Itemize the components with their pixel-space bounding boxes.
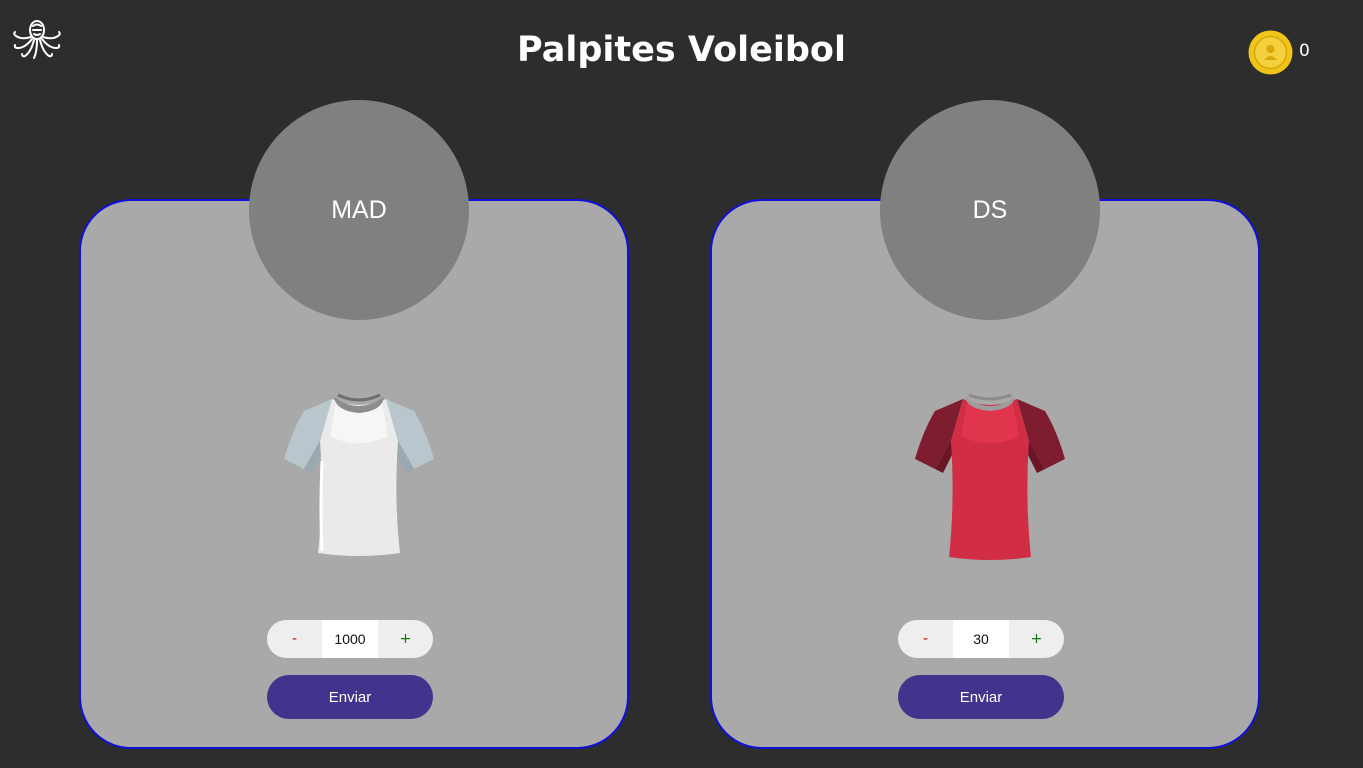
red-shirt-icon	[905, 381, 1075, 566]
page-title: Palpites Voleibol	[517, 30, 846, 70]
team-badge: DS	[880, 100, 1100, 320]
team-card-ds: DS - 30 + Enviar	[710, 100, 1260, 749]
increment-button[interactable]: +	[378, 620, 433, 658]
send-button[interactable]: Enviar	[267, 675, 433, 719]
team-abbr: DS	[972, 195, 1008, 224]
gold-coin-icon	[1248, 30, 1293, 75]
team-badge: MAD	[249, 100, 469, 320]
decrement-button[interactable]: -	[267, 620, 322, 658]
page: Palpites Voleibol 0 MAD - 1000 + Enviar …	[0, 0, 1363, 768]
coin-count: 0	[1299, 40, 1310, 61]
bet-stepper: - 1000 +	[267, 620, 433, 658]
bet-amount-field[interactable]: 1000	[322, 620, 378, 658]
decrement-button[interactable]: -	[898, 620, 953, 658]
bet-amount-field[interactable]: 30	[953, 620, 1009, 658]
team-card-mad: MAD - 1000 + Enviar	[79, 100, 629, 749]
bet-stepper: - 30 +	[898, 620, 1064, 658]
send-button[interactable]: Enviar	[898, 675, 1064, 719]
increment-button[interactable]: +	[1009, 620, 1064, 658]
team-abbr: MAD	[331, 195, 387, 224]
white-shirt-icon	[274, 381, 444, 566]
coin-balance: 0	[1248, 30, 1310, 75]
